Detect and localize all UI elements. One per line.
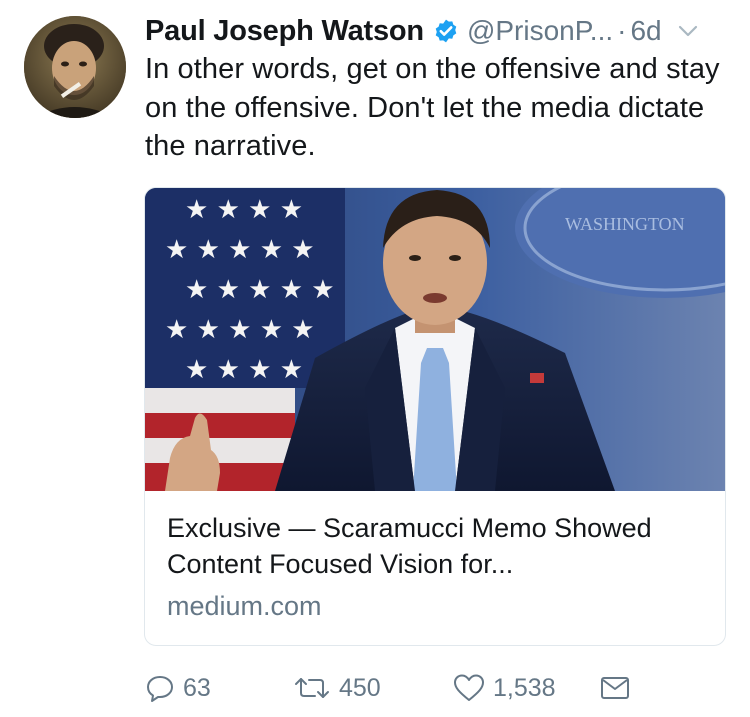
- action-bar: 63 450 1,538: [145, 668, 705, 708]
- svg-text:★ ★ ★ ★: ★ ★ ★ ★: [185, 195, 303, 225]
- tweet-header: Paul Joseph Watson @PrisonP... · 6d: [145, 14, 735, 48]
- retweet-icon: [295, 678, 329, 698]
- press-briefing-photo-icon: WASHINGTON ★ ★ ★ ★ ★ ★ ★ ★ ★ ★ ★ ★ ★ ★ ★…: [145, 188, 725, 491]
- reply-icon: [147, 676, 173, 702]
- svg-text:★ ★ ★ ★: ★ ★ ★ ★: [185, 355, 303, 385]
- seal-text: WASHINGTON: [565, 214, 685, 234]
- avatar[interactable]: [24, 16, 126, 118]
- card-title[interactable]: Exclusive — Scaramucci Memo Showed Conte…: [167, 510, 707, 582]
- reply-count: 63: [183, 673, 211, 702]
- svg-text:★ ★ ★ ★ ★: ★ ★ ★ ★ ★: [165, 315, 315, 345]
- chevron-down-icon[interactable]: [674, 17, 702, 45]
- timestamp[interactable]: 6d: [630, 15, 661, 47]
- svg-text:★ ★ ★ ★ ★: ★ ★ ★ ★ ★: [185, 275, 335, 305]
- tweet-text: In other words, get on the offensive and…: [145, 53, 720, 162]
- separator-dot: ·: [617, 15, 627, 46]
- verified-badge-icon: [433, 18, 459, 44]
- reply-button[interactable]: 63: [145, 668, 211, 708]
- svg-text:★ ★ ★ ★ ★: ★ ★ ★ ★ ★: [165, 235, 315, 265]
- like-count: 1,538: [493, 673, 556, 702]
- card-image[interactable]: WASHINGTON ★ ★ ★ ★ ★ ★ ★ ★ ★ ★ ★ ★ ★ ★ ★…: [145, 188, 725, 491]
- like-button[interactable]: 1,538: [453, 668, 556, 708]
- direct-message-button[interactable]: [600, 668, 638, 708]
- envelope-icon: [601, 677, 629, 699]
- card-domain[interactable]: medium.com: [167, 591, 322, 622]
- heart-icon: [454, 674, 484, 701]
- retweet-button[interactable]: 450: [293, 668, 381, 708]
- display-name[interactable]: Paul Joseph Watson: [145, 15, 424, 48]
- link-card[interactable]: WASHINGTON ★ ★ ★ ★ ★ ★ ★ ★ ★ ★ ★ ★ ★ ★ ★…: [144, 187, 726, 646]
- handle[interactable]: @PrisonP...: [467, 15, 613, 47]
- tweet[interactable]: Paul Joseph Watson @PrisonP... · 6d In o…: [0, 0, 750, 717]
- avatar-image: [24, 16, 126, 118]
- retweet-count: 450: [339, 673, 381, 702]
